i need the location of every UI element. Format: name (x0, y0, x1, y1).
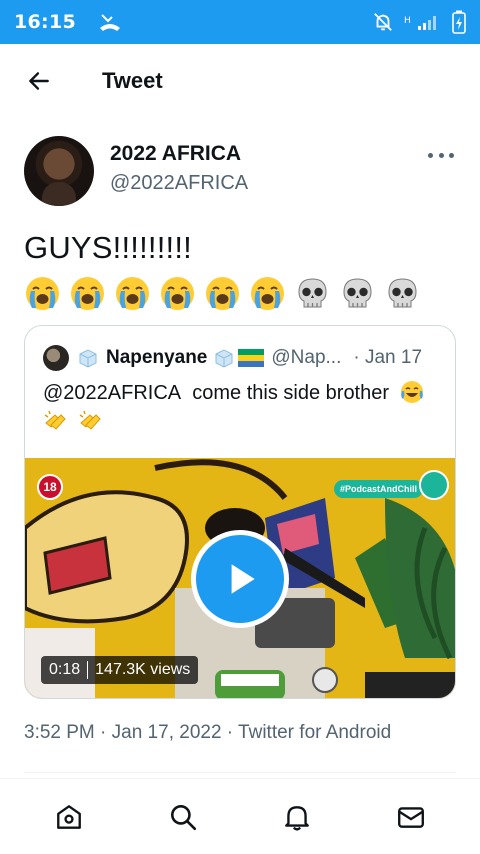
ice-cube-icon (215, 349, 233, 368)
loudly-crying-face-emoji-icon (251, 277, 284, 311)
podcast-logo (419, 470, 449, 500)
tweet-timestamp: 3:52 PM · Jan 17, 2022 · Twitter for And… (24, 722, 392, 743)
loudly-crying-face-emoji-icon (116, 277, 149, 311)
skull-emoji-icon (388, 278, 417, 308)
quoted-author-handle: @Nap... (271, 347, 342, 368)
gabon-flag-icon (238, 349, 265, 367)
podcast-tag: #PodcastAndChill (333, 480, 423, 498)
clapping-hands-emoji-icon (79, 410, 101, 430)
tweet-text: GUYS!!!!!!!!! (24, 226, 464, 314)
author-handle[interactable]: @2022AFRICA (110, 172, 248, 195)
quoted-avatar (43, 345, 69, 371)
nav-notifications[interactable] (267, 789, 327, 845)
back-button[interactable] (24, 66, 54, 96)
emoji-row (24, 275, 421, 312)
signal-icon: H (404, 16, 436, 30)
loudly-crying-face-emoji-icon (161, 277, 194, 311)
dot-icon (449, 152, 454, 158)
quoted-tweet-header: Napenyane @Nap... · Jan 17 (43, 344, 439, 372)
video-views: 147.3K views (95, 661, 191, 678)
status-bar: 16:15 H (0, 0, 480, 44)
author-name[interactable]: 2022 AFRICA (110, 142, 241, 166)
missed-call-icon (99, 14, 120, 31)
nav-search[interactable] (153, 789, 213, 845)
tweet-author: 2022 AFRICA @2022AFRICA (24, 134, 456, 206)
nav-messages[interactable] (381, 789, 441, 845)
quoted-date: · Jan 17 (353, 347, 423, 368)
play-icon (231, 564, 255, 594)
bell-off-icon (374, 13, 392, 31)
dot-icon (438, 152, 444, 158)
avatar[interactable] (24, 136, 94, 206)
home-icon (57, 804, 81, 829)
status-time: 16:15 (14, 11, 76, 33)
nav-home[interactable] (39, 789, 99, 845)
video-duration-views: 0:18 147.3K views (41, 656, 199, 684)
page-title: Tweet (102, 68, 163, 93)
quoted-tweet-text: @2022AFRICA come this side brother (43, 378, 439, 438)
header: Tweet (0, 44, 480, 118)
skull-emoji-icon (343, 278, 372, 308)
quoted-text-body: come this side brother (192, 382, 390, 404)
svg-text:H: H (404, 16, 411, 26)
quoted-tweet[interactable]: Napenyane @Nap... · Jan 17 @2022AFRICA c… (24, 325, 456, 699)
loudly-crying-face-emoji-icon (206, 277, 239, 311)
tears-of-joy-emoji-icon (400, 381, 423, 403)
rating-badge: 18 (37, 474, 63, 500)
search-icon (171, 804, 197, 830)
divider (24, 772, 456, 773)
notifications-icon (285, 805, 309, 830)
play-button[interactable] (191, 530, 289, 628)
loudly-crying-face-emoji-icon (26, 277, 59, 311)
more-options-button[interactable] (428, 148, 454, 162)
bottom-nav (0, 778, 480, 854)
clapping-hands-emoji-icon (44, 410, 66, 430)
video-duration: 0:18 (49, 661, 81, 678)
skull-emoji-icon (298, 278, 327, 308)
messages-icon (398, 806, 424, 828)
arrow-left-icon (29, 72, 49, 90)
battery-icon (452, 10, 466, 34)
quoted-mention[interactable]: @2022AFRICA (43, 382, 181, 404)
separator (87, 661, 89, 679)
dot-icon (428, 152, 433, 158)
tweet-text-body: GUYS!!!!!!!!! (24, 230, 192, 265)
video-player[interactable]: 18 #PodcastAndChill 0:18 147.3K views (25, 458, 455, 698)
ice-cube-icon (79, 349, 97, 368)
loudly-crying-face-emoji-icon (71, 277, 104, 311)
quoted-author-name: Napenyane (106, 347, 208, 368)
